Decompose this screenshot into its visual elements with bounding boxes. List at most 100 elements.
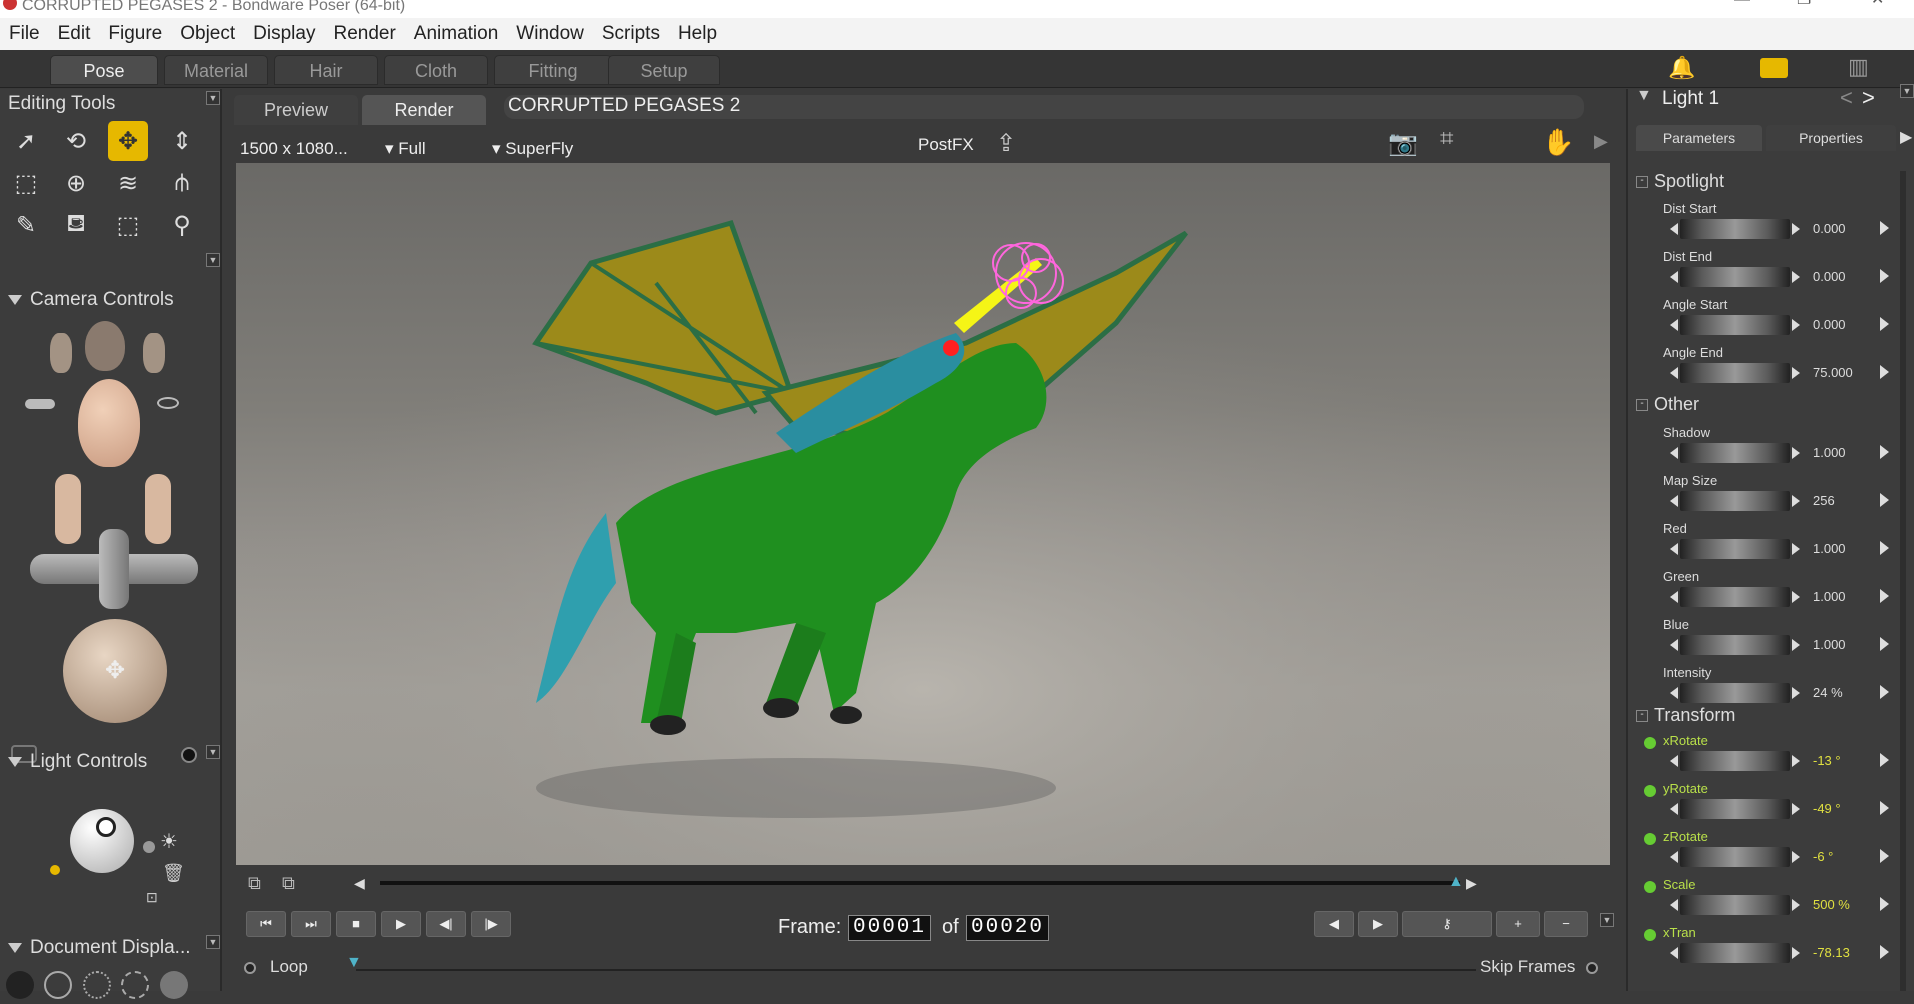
camera-controls-header[interactable]: Camera Controls [0,287,222,313]
param-menu-arrow-icon[interactable] [1880,269,1889,283]
param-value[interactable]: 1.000 [1813,541,1846,556]
keyframe-dot-icon[interactable] [1644,881,1656,893]
param-value[interactable]: 0.000 [1813,317,1846,332]
menu-render[interactable]: Render [324,23,404,45]
menu-window[interactable]: Window [507,23,593,45]
param-dial[interactable] [1670,539,1800,559]
param-value[interactable]: 0.000 [1813,269,1846,284]
frame-slider-track[interactable] [380,881,1460,885]
param-dial[interactable] [1670,219,1800,239]
param-row[interactable]: Angle Start 0.000 [1628,295,1898,343]
param-row[interactable]: xTran -78.13 [1628,923,1898,971]
param-dial[interactable] [1670,895,1800,915]
param-row[interactable]: xRotate -13 ° [1628,731,1898,779]
keyframes-button[interactable]: ⚷ [1402,911,1492,937]
translate-in-out-icon[interactable]: ⇕ [162,121,202,161]
maximize-icon[interactable]: ❐ [1797,0,1811,8]
keyframe-dot-icon[interactable] [1644,785,1656,797]
trackball-y-icon[interactable] [99,529,129,609]
menu-scripts[interactable]: Scripts [593,23,669,45]
scale-tool-icon[interactable]: ⬚ [6,163,46,203]
share-icon[interactable]: ⇪ [996,129,1016,158]
param-dial[interactable] [1670,635,1800,655]
tab-preview[interactable]: Preview [234,95,358,125]
loop-range-track[interactable] [356,969,1476,971]
next-frame-button[interactable]: |▶ [471,911,511,937]
param-menu-arrow-icon[interactable] [1880,589,1889,603]
param-value[interactable]: -13 ° [1813,753,1841,768]
param-row[interactable]: Map Size 256 [1628,471,1898,519]
skip-frames-radio[interactable] [1586,962,1598,974]
loop-radio[interactable] [244,962,256,974]
light-handle-icon[interactable] [50,865,60,875]
light-bullet-icon[interactable] [143,841,155,853]
hand-icon[interactable]: ✋ [1542,127,1574,158]
bell-icon[interactable]: 🔔 [1668,55,1695,81]
translate-tool-icon[interactable]: ✥ [108,121,148,161]
display-smooth-icon[interactable] [159,971,188,999]
param-menu-arrow-icon[interactable] [1880,945,1889,959]
delete-light-icon[interactable]: 🗑 [162,863,185,884]
param-row[interactable]: Dist End 0.000 [1628,247,1898,295]
engine-dropdown[interactable]: ▾ SuperFly [492,139,573,159]
collapse-triangle-icon[interactable] [8,942,22,953]
morph-brush-icon[interactable]: ✎ [6,205,46,245]
light-properties-icon[interactable]: ⊡ [146,889,158,906]
render-resolution[interactable]: 1500 x 1080... [240,139,348,159]
taper-tool-icon[interactable]: ≋ [108,163,148,203]
param-row[interactable]: Green 1.000 [1628,567,1898,615]
param-dial[interactable] [1670,943,1800,963]
actor-title[interactable]: Light 1 [1662,88,1719,110]
light-controls-header[interactable]: Light Controls [0,749,222,775]
scroll-left-icon[interactable]: ◀ [354,875,365,892]
param-dial[interactable] [1670,587,1800,607]
param-value[interactable]: 1.000 [1813,445,1846,460]
tab-render[interactable]: Render [362,95,486,125]
param-menu-arrow-icon[interactable] [1880,317,1889,331]
postfx-label[interactable]: PostFX [918,135,974,155]
next-actor-icon[interactable]: > [1862,85,1875,111]
scrollbar[interactable] [1900,171,1906,991]
param-value[interactable]: 1.000 [1813,637,1846,652]
param-dial[interactable] [1670,751,1800,771]
face-camera-icon[interactable] [85,321,125,371]
param-dial[interactable] [1670,799,1800,819]
param-dial[interactable] [1670,847,1800,867]
right-hand-icon[interactable] [145,474,171,544]
param-value[interactable]: -78.13 [1813,945,1850,960]
area-render-icon[interactable]: ⌗ [1440,125,1454,153]
current-frame-field[interactable]: 00001 [848,915,932,941]
param-menu-arrow-icon[interactable] [1880,541,1889,555]
document-display-header[interactable]: Document Displa... [0,935,222,961]
panel-options-icon[interactable]: ▼ [206,91,220,105]
param-menu-arrow-icon[interactable] [1880,365,1889,379]
param-dial[interactable] [1670,443,1800,463]
tab-setup[interactable]: Setup [608,55,720,85]
param-menu-arrow-icon[interactable] [1880,897,1889,911]
group-other[interactable]: - Other [1636,394,1699,415]
param-dial[interactable] [1670,683,1800,703]
param-value[interactable]: 0.000 [1813,221,1846,236]
camera-controls-widget[interactable]: ✥ [11,319,205,779]
total-frames-field[interactable]: 00020 [966,915,1050,941]
twist-tool-icon[interactable]: ⊕ [56,163,96,203]
camera-render-icon[interactable]: 📷 [1388,129,1418,158]
display-outline-icon[interactable] [44,971,73,999]
select-tool-icon[interactable]: ➚ [6,121,46,161]
menu-figure[interactable]: Figure [99,23,171,45]
previous-key-button[interactable]: ◀ [1314,911,1354,937]
panel-options-icon[interactable]: ▼ [206,253,220,267]
message-icon[interactable] [1760,58,1788,78]
rotate-tool-icon[interactable]: ⟲ [56,121,96,161]
tab-fitting[interactable]: Fitting [494,55,612,85]
param-menu-arrow-icon[interactable] [1880,801,1889,815]
tab-properties[interactable]: Properties [1766,125,1896,151]
param-menu-arrow-icon[interactable] [1880,753,1889,767]
collapse-triangle-icon[interactable] [8,756,22,767]
display-wireframe-icon[interactable] [82,971,111,999]
tab-cloth[interactable]: Cloth [384,55,488,85]
light-indicator-icon[interactable] [96,817,116,837]
param-dial[interactable] [1670,315,1800,335]
param-menu-arrow-icon[interactable] [1880,493,1889,507]
keyframe-dot-icon[interactable] [1644,833,1656,845]
